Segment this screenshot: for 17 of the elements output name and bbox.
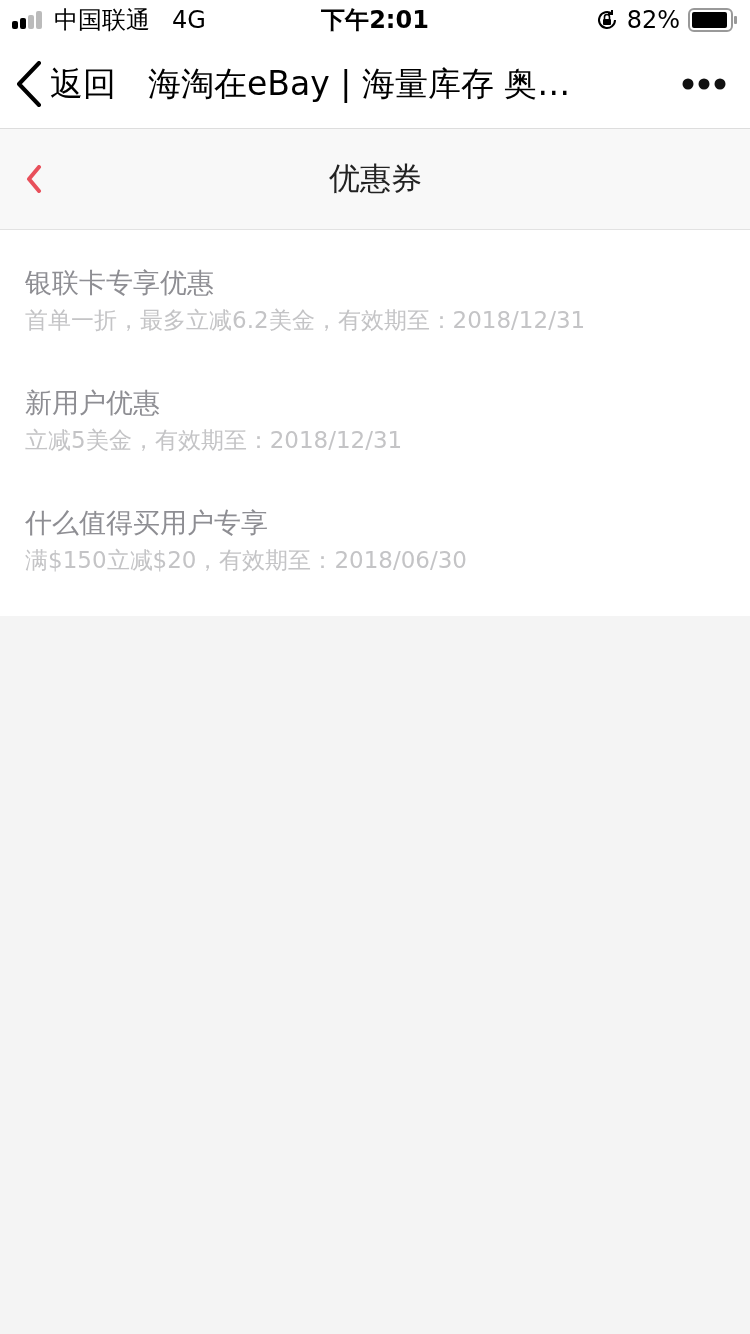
back-icon[interactable] — [26, 165, 42, 193]
coupon-title: 银联卡专享优惠 — [25, 265, 214, 300]
page-title: 海淘在eBay | 海量库存 奥… — [148, 62, 572, 105]
back-button[interactable]: 返回 — [16, 61, 116, 107]
status-time: 下午2:01 — [321, 5, 429, 36]
battery-icon — [688, 8, 738, 32]
coupon-title: 新用户优惠 — [25, 385, 160, 420]
network-type: 4G — [172, 6, 206, 34]
more-icon[interactable] — [682, 78, 726, 90]
battery-percent: 82% — [626, 6, 680, 34]
back-icon — [16, 61, 42, 107]
carrier-name: 中国联通 — [54, 5, 150, 36]
header-title: 优惠券 — [328, 159, 422, 198]
coupon-detail: 立减5美金，有效期至：2018/12/31 — [25, 425, 403, 455]
coupon-detail: 满$150立减$20，有效期至：2018/06/30 — [25, 545, 467, 575]
coupon-title: 什么值得买用户专享 — [25, 505, 268, 540]
coupon-detail: 首单一折，最多立减6.2美金，有效期至：2018/12/31 — [25, 305, 586, 335]
